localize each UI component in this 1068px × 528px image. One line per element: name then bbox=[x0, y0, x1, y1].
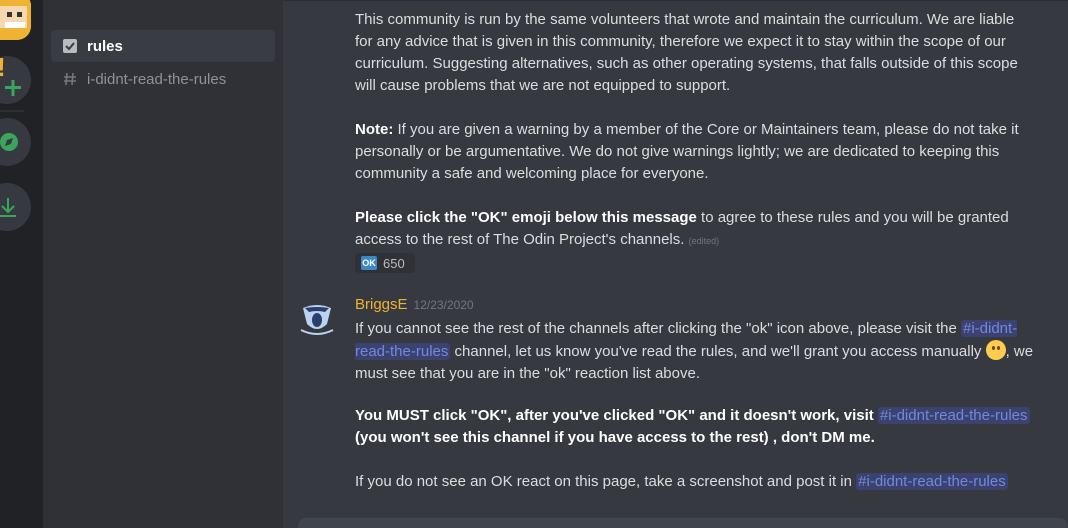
download-icon bbox=[0, 198, 16, 217]
channel-label: rules bbox=[87, 37, 123, 55]
header-divider bbox=[283, 0, 1068, 1]
message-text: If you do not see an OK react on this pa… bbox=[355, 473, 857, 490]
channel-mention[interactable]: #i-didnt-read-the-rules bbox=[877, 407, 1030, 424]
pixel-character-icon bbox=[0, 0, 31, 40]
channel-item-i-didnt-read-the-rules[interactable]: i-didnt-read-the-rules bbox=[51, 63, 275, 95]
bold-text: (you won't see this channel if you have … bbox=[355, 429, 875, 446]
message-input-bar[interactable] bbox=[298, 518, 1068, 528]
message-paragraph: You MUST click "OK", after you've clicke… bbox=[355, 405, 1035, 449]
avatar[interactable] bbox=[297, 298, 337, 338]
note-label: Note: bbox=[355, 121, 394, 138]
add-server-button[interactable]: ! bbox=[0, 52, 31, 104]
explore-servers-button[interactable] bbox=[0, 118, 31, 166]
notification-exclamation-icon: ! bbox=[0, 52, 6, 83]
ok-emoji-icon: OK bbox=[361, 256, 377, 270]
message-paragraph: Note: If you are given a warning by a me… bbox=[355, 119, 1035, 185]
rules-checkbox-icon bbox=[61, 37, 79, 55]
chat-area: This community is run by the same volunt… bbox=[283, 0, 1068, 528]
guild-separator bbox=[0, 110, 24, 112]
click-instruction-bold: Please click the "OK" emoji below this m… bbox=[355, 209, 697, 226]
reaction-count: 650 bbox=[383, 255, 405, 271]
message-paragraph: Please click the "OK" emoji below this m… bbox=[355, 207, 1035, 252]
message-paragraph: This community is run by the same volunt… bbox=[355, 11, 1018, 94]
message-text: If you cannot see the rest of the channe… bbox=[355, 320, 961, 337]
download-apps-button[interactable] bbox=[0, 183, 31, 231]
ok-reaction-button[interactable]: OK 650 bbox=[355, 253, 415, 273]
compass-icon bbox=[0, 133, 18, 151]
channel-sidebar: rules i-didnt-read-the-rules bbox=[43, 0, 283, 528]
message-paragraph: If you cannot see the rest of the channe… bbox=[355, 318, 1035, 385]
server-avatar[interactable] bbox=[0, 0, 31, 40]
hashtag-icon bbox=[61, 70, 79, 88]
edited-marker: (edited) bbox=[688, 236, 720, 246]
username[interactable]: BriggsE bbox=[355, 296, 408, 313]
channel-label: i-didnt-read-the-rules bbox=[87, 70, 227, 88]
channel-item-rules[interactable]: rules bbox=[51, 30, 275, 62]
server-sidebar: ! bbox=[0, 0, 43, 528]
message-text: channel, let us know you've read the rul… bbox=[450, 343, 986, 360]
channel-mention[interactable]: #i-didnt-read-the-rules bbox=[856, 473, 1008, 490]
message-header: BriggsE 12/23/2020 bbox=[355, 296, 474, 313]
bold-text: You MUST click "OK", after you've clicke… bbox=[355, 407, 878, 424]
owl-avatar-icon bbox=[300, 305, 334, 335]
note-text: If you are given a warning by a member o… bbox=[355, 121, 1019, 182]
timestamp: 12/23/2020 bbox=[413, 298, 474, 312]
smiley-emoji-icon bbox=[985, 340, 1006, 360]
message-paragraph: If you do not see an OK react on this pa… bbox=[355, 471, 1035, 493]
